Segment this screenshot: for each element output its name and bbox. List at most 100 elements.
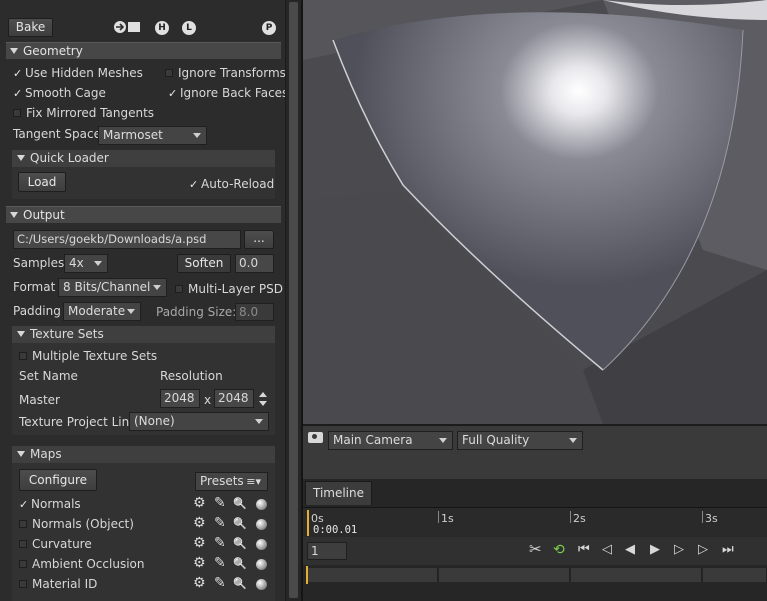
- tangent-space-label: Tangent Space: [13, 127, 101, 141]
- properties-icon[interactable]: P: [262, 21, 276, 35]
- preview-sphere-icon[interactable]: [256, 499, 267, 510]
- map-item[interactable]: Normals (Object): [19, 516, 134, 532]
- map-label: Ambient Occlusion: [32, 557, 145, 571]
- samples-dropdown[interactable]: 4x: [64, 254, 108, 273]
- quality-dropdown[interactable]: Full Quality: [457, 431, 583, 450]
- smooth-cage-checkbox[interactable]: ✓ Smooth Cage: [13, 85, 106, 101]
- pencil-icon[interactable]: ✎: [214, 515, 226, 531]
- use-hidden-meshes-checkbox[interactable]: ✓ Use Hidden Meshes: [13, 65, 143, 81]
- camera-bar: Main Camera Full Quality: [303, 424, 767, 479]
- texture-project-link-label: Texture Project Link: [19, 415, 137, 429]
- checkmark-icon: ✓: [168, 87, 178, 100]
- preview-sphere-icon[interactable]: [256, 579, 267, 590]
- resolution-width-field[interactable]: 2048: [160, 389, 200, 408]
- pencil-icon[interactable]: ✎: [214, 575, 226, 591]
- search-icon[interactable]: 🔍: [233, 537, 247, 550]
- map-item[interactable]: ✓ Normals: [19, 496, 81, 512]
- search-icon[interactable]: 🔍: [233, 577, 247, 590]
- section-texture-sets[interactable]: Texture Sets: [12, 326, 275, 343]
- chevron-down-icon: [127, 309, 135, 314]
- configure-button[interactable]: Configure: [19, 469, 97, 491]
- pencil-icon[interactable]: ✎: [214, 535, 226, 551]
- map-item[interactable]: Curvature: [19, 536, 92, 552]
- samples-label: Samples: [13, 256, 65, 270]
- next-frame-icon[interactable]: ▷: [674, 543, 684, 557]
- ignore-transforms-checkbox[interactable]: Ignore Transforms: [165, 65, 286, 81]
- camera-dropdown[interactable]: Main Camera: [328, 431, 453, 450]
- pencil-icon[interactable]: ✎: [214, 555, 226, 571]
- padding-dropdown[interactable]: Moderate: [63, 302, 141, 321]
- left-panel-scrollbar[interactable]: [285, 0, 301, 601]
- timeline-ruler[interactable]: 0s 1s 2s 3s 0:00.01: [303, 507, 767, 537]
- export-icon[interactable]: [113, 20, 141, 34]
- gear-icon[interactable]: ⚙: [193, 535, 206, 551]
- gear-icon[interactable]: ⚙: [193, 555, 206, 571]
- auto-reload-checkbox[interactable]: ✓ Auto-Reload: [189, 176, 274, 192]
- soften-button[interactable]: Soften: [177, 254, 231, 273]
- tab-timeline[interactable]: Timeline: [305, 481, 372, 505]
- timeline-panel: Timeline 0s 1s 2s 3s 0:00.01 1 ✂ ⟲ ⏮ ◁ ◀…: [303, 479, 767, 601]
- last-frame-icon[interactable]: ⏭: [722, 543, 734, 557]
- dropdown-value: 8 Bits/Channel: [63, 280, 151, 294]
- tick-mark: [438, 511, 439, 523]
- preview-sphere-icon[interactable]: [256, 539, 267, 550]
- tick-label: 2s: [573, 512, 586, 525]
- frame-field[interactable]: 1: [307, 542, 347, 560]
- hide-low-icon[interactable]: L: [182, 21, 196, 35]
- resolution-height-field[interactable]: 2048: [214, 389, 254, 408]
- scrollbar-thumb[interactable]: [289, 2, 298, 598]
- pencil-icon[interactable]: ✎: [214, 495, 226, 511]
- loop-icon[interactable]: ⟲: [553, 543, 565, 557]
- section-output[interactable]: Output: [6, 206, 281, 223]
- load-button[interactable]: Load: [18, 172, 66, 192]
- texture-project-link-dropdown[interactable]: (None): [129, 412, 269, 431]
- play-icon[interactable]: ▶: [650, 543, 660, 557]
- map-item[interactable]: Material ID: [19, 576, 97, 592]
- map-label: Normals: [31, 497, 81, 511]
- ignore-back-faces-checkbox[interactable]: ✓ Ignore Back Faces: [168, 85, 288, 101]
- output-path-field[interactable]: C:/Users/goekb/Downloads/a.psd: [13, 230, 241, 249]
- checkbox-label: Multiple Texture Sets: [32, 349, 158, 363]
- format-dropdown[interactable]: 8 Bits/Channel: [58, 278, 167, 297]
- camera-icon[interactable]: [308, 432, 323, 443]
- map-item[interactable]: Ambient Occlusion: [19, 556, 144, 572]
- section-quick-loader[interactable]: Quick Loader: [12, 150, 275, 167]
- chevron-down-icon: [193, 133, 201, 138]
- scissors-icon[interactable]: ✂: [529, 542, 542, 557]
- preview-sphere-icon[interactable]: [256, 559, 267, 570]
- track-segment: [307, 568, 438, 582]
- prev-key-icon[interactable]: ◁: [602, 543, 612, 557]
- bake-button[interactable]: Bake: [8, 18, 53, 37]
- timeline-track[interactable]: [303, 565, 767, 601]
- gear-icon[interactable]: ⚙: [193, 515, 206, 531]
- collapse-triangle-icon: [17, 451, 25, 457]
- first-frame-icon[interactable]: ⏮: [578, 543, 590, 557]
- presets-dropdown[interactable]: Presets ≡▾: [195, 472, 268, 491]
- chevron-down-icon: [94, 261, 102, 266]
- playhead-marker[interactable]: [307, 510, 309, 536]
- next-key-icon[interactable]: ▷: [698, 543, 708, 557]
- preview-sphere-icon[interactable]: [256, 519, 267, 530]
- multiple-texture-sets-checkbox[interactable]: Multiple Texture Sets: [19, 348, 157, 364]
- dropdown-value: 4x: [69, 256, 84, 270]
- section-maps[interactable]: Maps: [12, 446, 275, 463]
- section-geometry[interactable]: Geometry: [6, 42, 281, 59]
- tangent-space-dropdown[interactable]: Marmoset: [98, 126, 207, 145]
- browse-button[interactable]: ...: [244, 230, 274, 249]
- section-title: Output: [23, 208, 65, 222]
- multilayer-psd-checkbox[interactable]: Multi-Layer PSD: [175, 281, 283, 297]
- search-icon[interactable]: 🔍: [233, 497, 247, 510]
- tick-mark: [570, 511, 571, 523]
- resolution-header: Resolution: [160, 369, 223, 383]
- hide-high-icon[interactable]: H: [155, 21, 169, 35]
- gear-icon[interactable]: ⚙: [193, 575, 206, 591]
- soften-field[interactable]: 0.0: [235, 254, 274, 273]
- 3d-viewport[interactable]: [303, 0, 767, 424]
- search-icon[interactable]: 🔍: [233, 517, 247, 530]
- checkbox-box: [19, 580, 27, 588]
- resolution-stepper-icon[interactable]: [258, 390, 268, 408]
- prev-frame-icon[interactable]: ◀: [625, 543, 635, 557]
- gear-icon[interactable]: ⚙: [193, 495, 206, 511]
- fix-mirrored-tangents-checkbox[interactable]: Fix Mirrored Tangents: [13, 105, 154, 121]
- search-icon[interactable]: 🔍: [233, 557, 247, 570]
